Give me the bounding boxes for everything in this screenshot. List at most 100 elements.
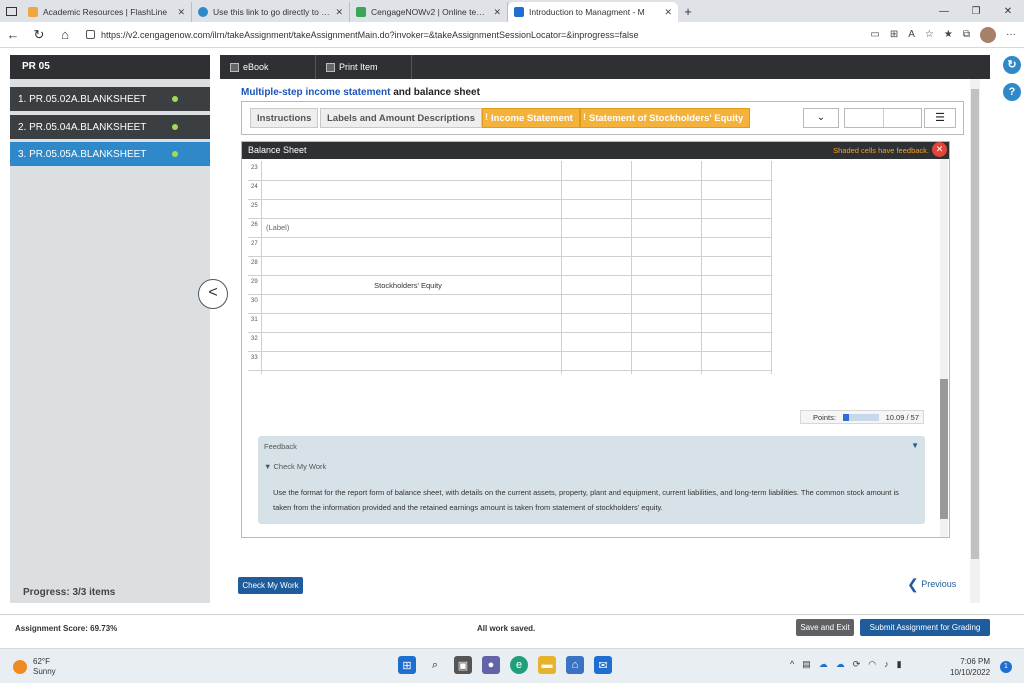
refresh-circle-icon[interactable]: ↻ bbox=[1003, 56, 1021, 74]
more-menu-icon[interactable]: ··· bbox=[1006, 29, 1016, 40]
assignment-sidebar: PR 05 1. PR.05.02A.BLANKSHEET 2. PR.05.0… bbox=[10, 55, 210, 603]
weather-widget[interactable]: 62°F Sunny bbox=[13, 657, 56, 677]
feedback-toggle-chevron-icon[interactable]: ▼ bbox=[911, 441, 919, 450]
favorite-add-icon[interactable]: ☆ bbox=[925, 29, 934, 40]
table-row[interactable]: 29 Stockholders' Equity bbox=[248, 275, 772, 295]
back-arrow-icon[interactable]: ← bbox=[0, 22, 26, 48]
tab-title: Introduction to Managment - M bbox=[529, 7, 645, 17]
sidebar-item-pr-05-05a[interactable]: 3. PR.05.05A.BLANKSHEET bbox=[10, 142, 210, 166]
table-row[interactable]: 28 bbox=[248, 256, 772, 276]
help-icon[interactable]: ? bbox=[1003, 83, 1021, 101]
browser-tab-intro-management[interactable]: Introduction to Managment - M ✕ bbox=[508, 2, 678, 22]
close-window-icon[interactable]: ✕ bbox=[992, 0, 1024, 22]
row-number: 32 bbox=[251, 336, 258, 342]
tab-selector-field[interactable] bbox=[844, 108, 922, 128]
chevron-up-icon[interactable]: ^ bbox=[790, 659, 794, 670]
sync-icon[interactable]: ⟳ bbox=[853, 659, 861, 670]
close-tab-icon[interactable]: ✕ bbox=[335, 7, 343, 18]
sidebar-item-label: 2. PR.05.04A.BLANKSHEET bbox=[18, 122, 147, 133]
teams-chat-icon[interactable]: ● bbox=[482, 656, 500, 674]
previous-button[interactable]: ❮ Previous bbox=[907, 576, 956, 593]
app-available-icon[interactable]: ▭ bbox=[870, 29, 879, 40]
mail-icon[interactable]: ✉ bbox=[594, 656, 612, 674]
browser-tab-flashline[interactable]: Academic Resources | FlashLine ✕ bbox=[22, 2, 192, 22]
points-bar bbox=[843, 414, 879, 421]
list-view-icon[interactable]: ☰ bbox=[924, 108, 956, 128]
close-tab-icon[interactable]: ✕ bbox=[493, 7, 501, 18]
tab-actions-icon[interactable] bbox=[0, 0, 22, 22]
section-heading-cell: Stockholders' Equity bbox=[374, 281, 442, 290]
page-scrollbar[interactable] bbox=[970, 79, 980, 603]
tab-dropdown-chevron-icon[interactable]: ⌄ bbox=[803, 108, 839, 128]
window-controls: — ❐ ✕ bbox=[928, 0, 1024, 22]
profile-avatar[interactable] bbox=[980, 26, 996, 43]
scroll-thumb[interactable] bbox=[940, 379, 948, 519]
tab-stockholders-equity[interactable]: Statement of Stockholders' Equity bbox=[580, 108, 751, 128]
close-tab-icon[interactable]: ✕ bbox=[177, 7, 185, 18]
complete-dot-icon bbox=[172, 96, 178, 102]
collections-icon[interactable]: ⧉ bbox=[963, 29, 970, 40]
tab-labels-amounts[interactable]: Labels and Amount Descriptions bbox=[320, 108, 482, 128]
cloud-icon[interactable]: ☁ bbox=[836, 659, 845, 670]
scroll-thumb[interactable] bbox=[971, 89, 979, 559]
balance-sheet-panel: Balance Sheet Shaded cells have feedback… bbox=[241, 141, 950, 538]
table-row[interactable]: 26 (Label) bbox=[248, 218, 772, 238]
favorites-icon[interactable]: ★ bbox=[944, 29, 953, 40]
sidebar-item-pr-05-04a[interactable]: 2. PR.05.04A.BLANKSHEET bbox=[10, 115, 210, 139]
time: 7:06 PM bbox=[960, 657, 991, 666]
sidebar-item-pr-05-02a[interactable]: 1. PR.05.02A.BLANKSHEET bbox=[10, 87, 210, 111]
new-tab-plus-icon[interactable]: + bbox=[678, 2, 698, 22]
table-row[interactable]: 25 bbox=[248, 199, 772, 219]
check-my-work-button[interactable]: Check My Work bbox=[238, 577, 303, 594]
browser-tab-cengagenow[interactable]: CengageNOWv2 | Online teachi ✕ bbox=[350, 2, 508, 22]
edge-browser-icon[interactable]: e bbox=[510, 656, 528, 674]
sheet-scrollbar[interactable] bbox=[940, 159, 948, 537]
check-my-work-toggle[interactable]: ▼ Check My Work bbox=[264, 462, 326, 471]
complete-dot-icon bbox=[172, 151, 178, 157]
minimize-icon[interactable]: — bbox=[928, 0, 960, 22]
table-row[interactable]: 31 bbox=[248, 313, 772, 333]
table-row[interactable]: 27 bbox=[248, 237, 772, 257]
weather-text: 62°F Sunny bbox=[33, 657, 56, 677]
close-tab-icon[interactable]: ✕ bbox=[664, 7, 672, 18]
notification-badge-icon[interactable]: 1 bbox=[1000, 661, 1012, 673]
ebook-label: eBook bbox=[243, 62, 269, 72]
search-icon[interactable]: ⌕ bbox=[426, 656, 444, 674]
url-field[interactable]: https://v2.cengagenow.com/ilrn/takeAssig… bbox=[78, 25, 768, 45]
table-row[interactable]: 32 bbox=[248, 332, 772, 352]
collapse-sidebar-chevron-icon[interactable]: < bbox=[198, 279, 228, 309]
table-row[interactable]: 24 bbox=[248, 180, 772, 200]
home-icon[interactable]: ⌂ bbox=[52, 22, 78, 48]
submit-assignment-button[interactable]: Submit Assignment for Grading bbox=[860, 619, 990, 636]
tray-app-icon[interactable]: ▤ bbox=[802, 659, 811, 670]
grid-icon[interactable]: ⊞ bbox=[890, 29, 898, 40]
tab-instructions[interactable]: Instructions bbox=[250, 108, 319, 128]
file-explorer-icon[interactable]: ▬ bbox=[538, 656, 556, 674]
maximize-icon[interactable]: ❐ bbox=[960, 0, 992, 22]
volume-icon[interactable]: ♪ bbox=[884, 659, 889, 670]
heading-rest: and balance sheet bbox=[390, 87, 480, 98]
read-aloud-icon[interactable]: A bbox=[908, 29, 915, 40]
task-view-icon[interactable]: ▣ bbox=[454, 656, 472, 674]
table-row[interactable]: 30 bbox=[248, 294, 772, 314]
ebook-button[interactable]: eBook bbox=[220, 55, 316, 79]
close-feedback-icon[interactable]: ✕ bbox=[932, 142, 947, 157]
save-and-exit-button[interactable]: Save and Exit bbox=[796, 619, 854, 636]
cloud-icon[interactable]: ☁ bbox=[819, 659, 828, 670]
windows-start-icon[interactable]: ⊞ bbox=[398, 656, 416, 674]
refresh-icon[interactable]: ↻ bbox=[26, 22, 52, 48]
save-status: All work saved. bbox=[477, 624, 536, 633]
table-row[interactable]: 23 bbox=[248, 161, 772, 181]
label-cell[interactable]: (Label) bbox=[266, 223, 289, 232]
browser-tab-cn-link[interactable]: Use this link to go directly to CN ✕ bbox=[192, 2, 350, 22]
store-icon[interactable]: ⌂ bbox=[566, 656, 584, 674]
tab-income-statement[interactable]: Income Statement bbox=[482, 108, 580, 128]
clock[interactable]: 7:06 PM 10/10/2022 bbox=[950, 656, 990, 678]
system-tray: ^ ▤ ☁ ☁ ⟳ ◠ ♪ ▮ bbox=[790, 659, 902, 670]
print-item-button[interactable]: Print Item bbox=[316, 55, 412, 79]
cengage-favicon-icon bbox=[356, 7, 366, 17]
address-bar-row: ← ↻ ⌂ https://v2.cengagenow.com/ilrn/tak… bbox=[0, 22, 1024, 48]
wifi-icon[interactable]: ◠ bbox=[868, 659, 876, 670]
battery-icon[interactable]: ▮ bbox=[897, 659, 902, 670]
table-row[interactable]: 33 bbox=[248, 351, 772, 371]
